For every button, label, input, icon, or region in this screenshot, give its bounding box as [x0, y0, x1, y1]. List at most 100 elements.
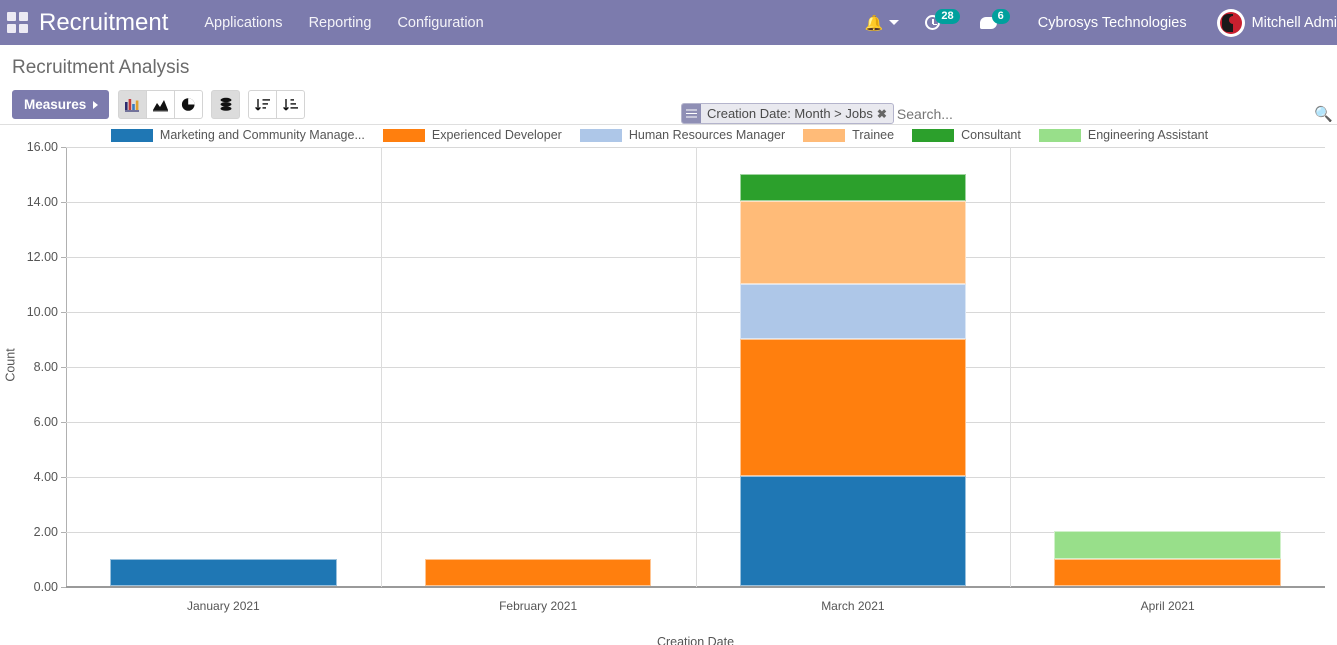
x-axis-tick-label: January 2021 — [187, 599, 260, 613]
measures-label: Measures — [24, 97, 87, 112]
legend-item[interactable]: Marketing and Community Manage... — [110, 128, 365, 142]
y-axis-tick-mark — [61, 202, 66, 203]
facet-label: Creation Date: Month > Jobs — [707, 106, 873, 121]
y-axis-tick-mark — [61, 147, 66, 148]
legend-swatch — [110, 128, 153, 142]
messages-button[interactable]: 6 — [979, 9, 1010, 30]
bar-segment[interactable] — [1054, 558, 1281, 586]
bar-segment[interactable] — [739, 476, 967, 586]
bar-chart-icon — [125, 98, 140, 112]
menu-item-applications[interactable]: Applications — [204, 15, 282, 31]
facet-remove-icon[interactable]: ✖ — [877, 104, 893, 123]
sort-ascending-icon — [282, 98, 298, 110]
legend-label: Consultant — [961, 128, 1021, 142]
measures-button[interactable]: Measures — [12, 90, 110, 119]
bar-stack[interactable] — [110, 146, 337, 586]
pie-chart-button[interactable] — [174, 90, 204, 119]
legend-item[interactable]: Experienced Developer — [382, 128, 562, 142]
group-by-facet-icon — [682, 104, 701, 123]
y-axis-tick-mark — [61, 422, 66, 423]
y-axis-tick-label: 16.00 — [26, 140, 58, 154]
menu-item-reporting[interactable]: Reporting — [309, 15, 372, 31]
apps-grid-icon[interactable] — [7, 11, 29, 34]
legend-swatch — [912, 128, 955, 142]
top-navbar: Recruitment Applications Reporting Confi… — [0, 0, 1337, 45]
y-axis-tick-label: 0.00 — [33, 580, 58, 594]
search-facet[interactable]: Creation Date: Month > Jobs ✖ — [681, 103, 894, 124]
legend-item[interactable]: Human Resources Manager — [579, 128, 786, 142]
y-axis-tick-label: 8.00 — [33, 360, 58, 374]
legend-item[interactable]: Trainee — [803, 128, 894, 142]
sort-group — [248, 90, 306, 119]
x-category-separator — [380, 147, 382, 587]
y-axis-tick-label: 2.00 — [33, 525, 58, 539]
y-gridline — [66, 587, 1325, 588]
stacked-icon — [220, 97, 232, 111]
x-axis-tick-label: February 2021 — [499, 599, 578, 613]
notifications-bell-button[interactable]: 🔔 — [865, 14, 900, 32]
legend-label: Experienced Developer — [431, 128, 562, 142]
legend-item[interactable]: Consultant — [912, 128, 1021, 142]
y-axis-tick-label: 14.00 — [26, 195, 58, 209]
stacked-toggle-group — [211, 90, 241, 119]
bar-chart-button[interactable] — [118, 90, 148, 119]
legend-item[interactable]: Engineering Assistant — [1038, 128, 1209, 142]
search-icon[interactable]: 🔍 — [1314, 105, 1337, 123]
y-axis-tick-mark — [61, 312, 66, 313]
stacked-button[interactable] — [211, 90, 241, 119]
y-axis-tick-mark — [61, 257, 66, 258]
x-axis-tick-label: March 2021 — [821, 599, 885, 613]
control-panel: Recruitment Analysis Measures Creation D… — [0, 45, 1337, 164]
line-chart-button[interactable] — [146, 90, 176, 119]
caret-right-icon — [93, 100, 99, 109]
graph-view: Marketing and Community Manage... Experie… — [0, 125, 1337, 645]
bar-segment[interactable] — [739, 173, 967, 201]
sort-descending-button[interactable] — [248, 90, 278, 119]
y-axis-title: Count — [3, 348, 18, 382]
y-axis-tick-mark — [61, 477, 66, 478]
menu-item-configuration[interactable]: Configuration — [397, 15, 483, 31]
legend-swatch — [579, 128, 622, 142]
search-bar: Creation Date: Month > Jobs ✖ 🔍 — [678, 102, 1337, 126]
chart-legend: Marketing and Community Manage... Experie… — [0, 128, 1337, 142]
y-axis-tick-label: 6.00 — [33, 415, 58, 429]
activity-count-badge: 28 — [935, 9, 960, 24]
bar-stack[interactable] — [424, 146, 652, 586]
bar-segment[interactable] — [739, 338, 967, 476]
sort-descending-icon — [254, 98, 270, 110]
legend-label: Marketing and Community Manage... — [159, 128, 365, 142]
bar-segment[interactable] — [110, 558, 337, 586]
legend-label: Trainee — [852, 128, 895, 142]
bar-stack[interactable] — [739, 146, 967, 586]
bar-segment[interactable] — [424, 558, 652, 586]
activities-button[interactable]: 28 — [925, 9, 960, 30]
search-input[interactable] — [893, 105, 1315, 122]
bar-segment[interactable] — [739, 201, 967, 284]
legend-label: Human Resources Manager — [628, 128, 786, 142]
y-axis-tick-mark — [61, 532, 66, 533]
x-axis-title: Creation Date — [656, 635, 735, 645]
x-category-separator — [695, 147, 697, 587]
app-title: Recruitment — [39, 8, 169, 36]
bar-segment[interactable] — [1054, 531, 1281, 559]
bell-icon: 🔔 — [864, 14, 884, 32]
y-axis-tick-label: 4.00 — [33, 470, 58, 484]
x-category-separator — [1010, 147, 1012, 587]
sort-ascending-button[interactable] — [276, 90, 306, 119]
legend-label: Engineering Assistant — [1087, 128, 1209, 142]
bar-stack[interactable] — [1054, 146, 1281, 586]
legend-swatch — [803, 128, 846, 142]
company-switcher[interactable]: Cybrosys Technologies — [1038, 15, 1187, 31]
breadcrumb: Recruitment Analysis — [12, 57, 190, 78]
user-menu[interactable]: Mitchell Admi — [1216, 8, 1337, 37]
bar-segment[interactable] — [739, 283, 967, 339]
x-axis-tick-label: April 2021 — [1140, 599, 1195, 613]
avatar — [1216, 8, 1245, 37]
chart-plot-area: 0.00 2.00 4.00 6.00 8.00 10.00 12.00 14.00 16.00… — [27, 140, 1325, 613]
legend-swatch — [1038, 128, 1081, 142]
systray: 🔔 28 6 Cybrosys Technologies Mitchell Ad… — [865, 0, 1337, 45]
main-menu: Applications Reporting Configuration — [204, 15, 483, 31]
chart-type-group — [118, 90, 204, 119]
line-chart-icon — [152, 99, 168, 111]
y-axis-tick-label: 12.00 — [26, 250, 58, 264]
